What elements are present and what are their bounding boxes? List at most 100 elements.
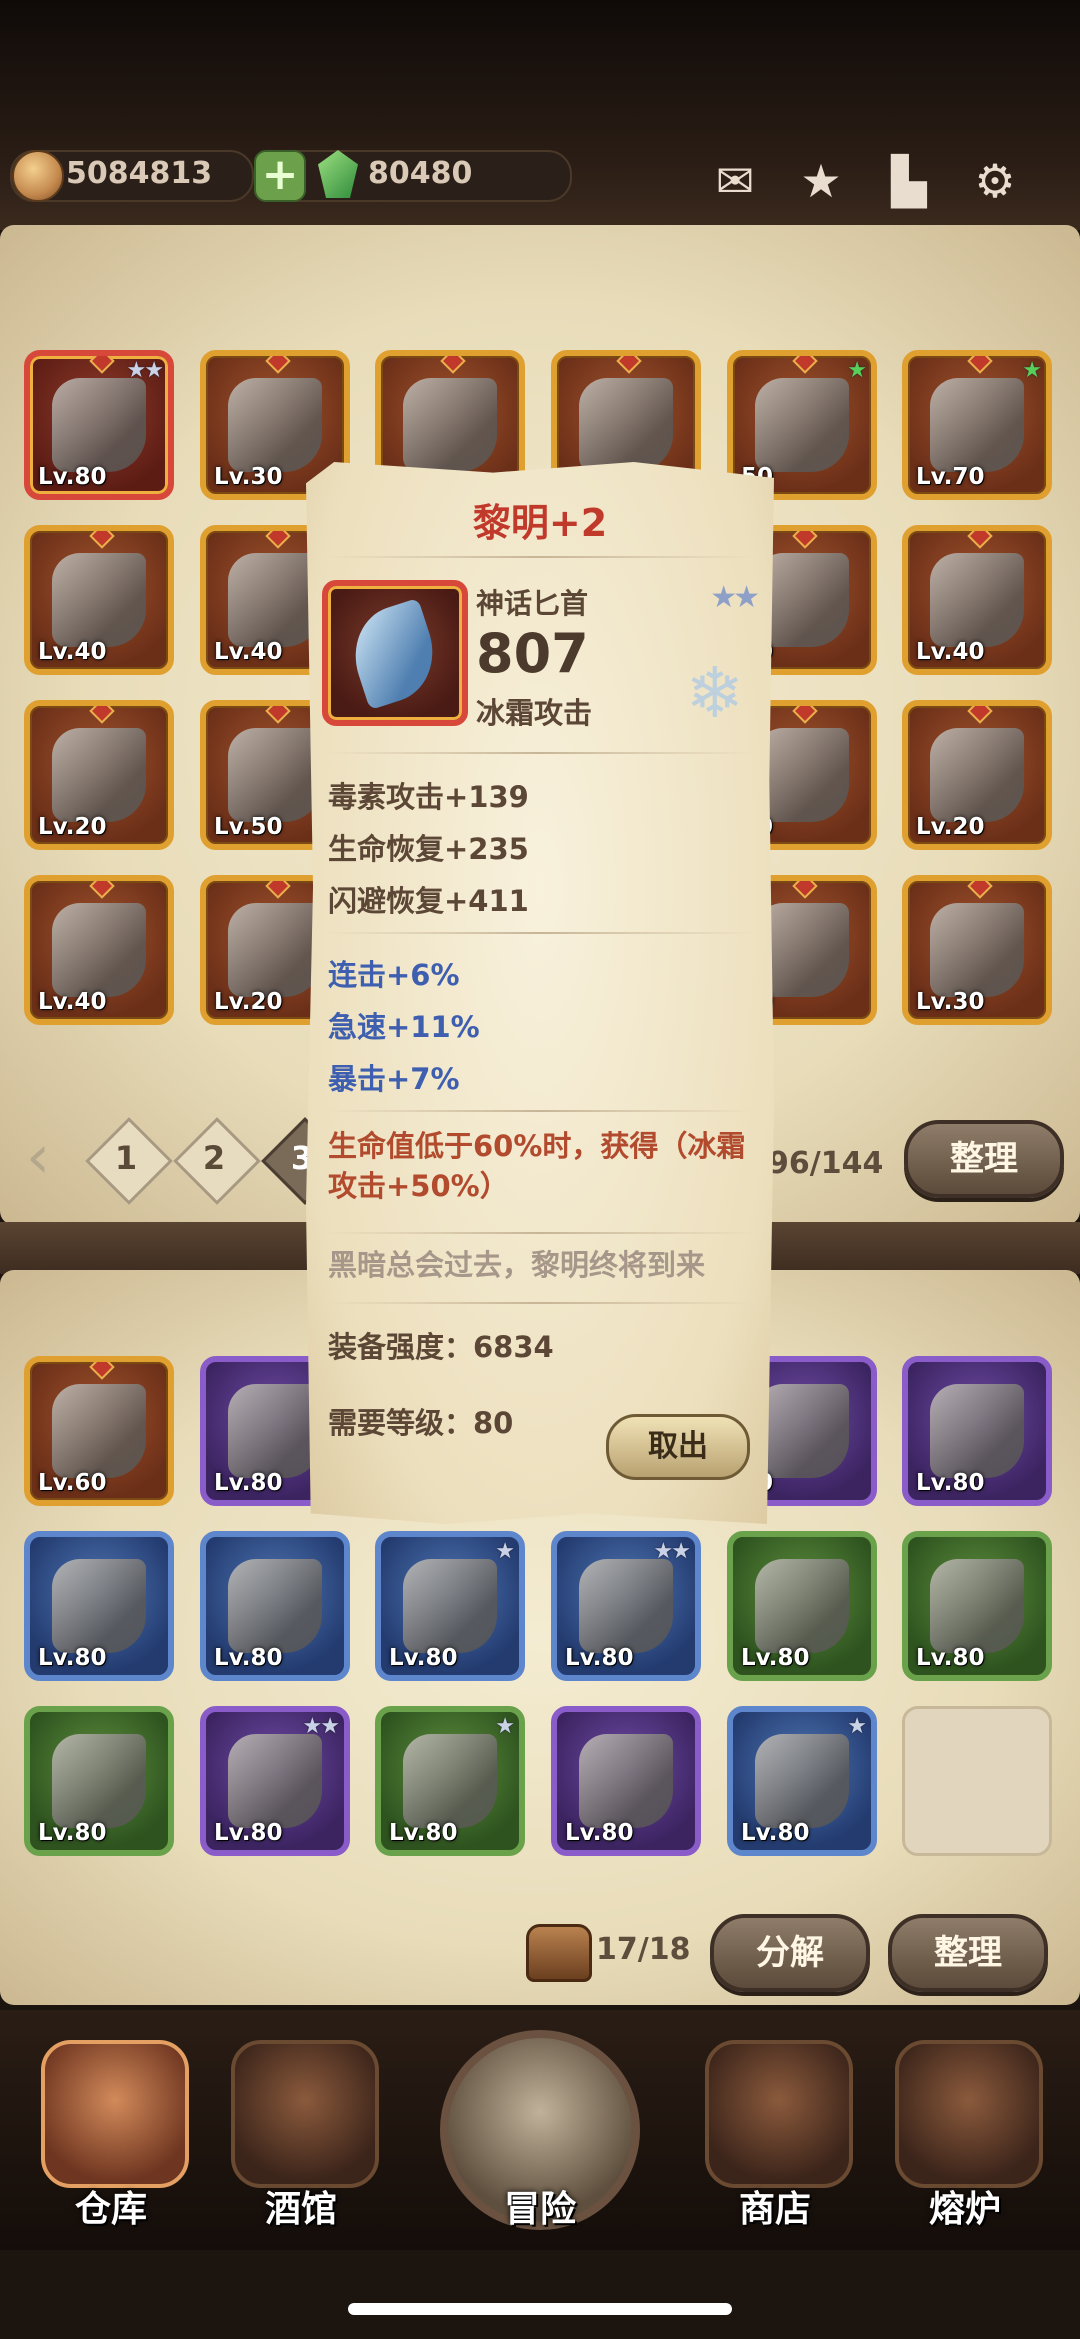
warehouse-slot[interactable]: ★ Lv.70 <box>902 350 1052 500</box>
equipment-item-icon <box>228 378 322 472</box>
forge-cauldron-icon <box>895 2040 1043 2188</box>
backpack-sort-button[interactable]: 整理 <box>888 1914 1048 1992</box>
prev-page-arrow-icon[interactable]: ‹ <box>26 1126 72 1188</box>
nav-forge[interactable]: 熔炉 <box>870 2030 1060 2230</box>
nav-warehouse[interactable]: 仓库 <box>16 2030 206 2230</box>
backpack-icon <box>526 1924 592 1982</box>
warehouse-slot[interactable]: Lv.30 <box>902 875 1052 1025</box>
backpack-slot[interactable]: Lv.80 <box>902 1531 1052 1681</box>
required-level: 需要等级：80 <box>328 1406 514 1440</box>
favorite-icon[interactable]: ★ <box>794 154 848 208</box>
warehouse-slot[interactable]: ★★ Lv.80 <box>24 350 174 500</box>
equipment-item-icon <box>52 903 146 997</box>
equipped-marker-icon <box>265 881 291 899</box>
item-level: Lv.80 <box>214 1820 283 1846</box>
equipment-item-icon <box>579 378 673 472</box>
warehouse-slot[interactable]: Lv.40 <box>24 525 174 675</box>
equipment-item-icon <box>228 1384 322 1478</box>
equipment-item-icon <box>930 378 1024 472</box>
shop-shield-icon <box>705 2040 853 2188</box>
bonus-stat-1: 连击+6% <box>328 958 460 992</box>
warehouse-sort-button[interactable]: 整理 <box>904 1120 1064 1198</box>
add-currency-button[interactable]: + <box>254 150 306 202</box>
equipped-marker-icon <box>89 1362 115 1380</box>
item-type: 神话匕首 <box>476 587 589 620</box>
equipment-item-icon <box>52 1734 146 1828</box>
backpack-slot[interactable]: Lv.80 <box>551 1706 701 1856</box>
item-level: Lv.80 <box>38 1645 107 1671</box>
nav-adventure[interactable]: 冒险 <box>412 2020 668 2240</box>
item-power: 807 <box>476 622 589 685</box>
backpack-slot[interactable]: ★★ Lv.80 <box>551 1531 701 1681</box>
home-indicator[interactable] <box>348 2303 732 2315</box>
divider <box>326 1302 754 1304</box>
backpack-slot[interactable]: Lv.80 <box>727 1531 877 1681</box>
equipment-item-icon <box>228 728 322 822</box>
base-stat-1: 毒素攻击+139 <box>328 780 529 814</box>
warehouse-slot[interactable]: Lv.40 <box>902 525 1052 675</box>
item-level: Lv.50 <box>214 814 283 840</box>
warehouse-slot[interactable]: Lv.20 <box>902 700 1052 850</box>
page-2-label: 2 <box>202 1139 226 1177</box>
item-star-icons: ★★ <box>710 580 760 615</box>
backpack-slot[interactable]: ★★ Lv.80 <box>200 1706 350 1856</box>
equipment-item-icon <box>755 1559 849 1653</box>
equipment-item-icon <box>930 728 1024 822</box>
equipment-item-icon <box>755 1734 849 1828</box>
mail-icon[interactable]: ✉ <box>708 154 762 208</box>
nav-shop[interactable]: 商店 <box>680 2030 870 2230</box>
warehouse-slot[interactable]: Lv.20 <box>24 700 174 850</box>
equipment-item-icon <box>403 1559 497 1653</box>
backpack-slot[interactable]: Lv.80 <box>902 1356 1052 1506</box>
item-level: Lv.20 <box>916 814 985 840</box>
bonus-stat-2: 急速+11% <box>328 1010 480 1044</box>
coin-icon <box>12 150 64 202</box>
equipped-marker-icon <box>440 356 466 374</box>
divider <box>326 1232 754 1234</box>
nav-tavern[interactable]: 酒馆 <box>206 2030 396 2230</box>
backpack-slot[interactable]: ★ Lv.80 <box>727 1706 877 1856</box>
item-level: Lv.30 <box>916 989 985 1015</box>
warehouse-slot[interactable]: Lv.40 <box>24 875 174 1025</box>
star-rating-icon: ★ <box>495 1714 515 1739</box>
warehouse-capacity: 96/144 <box>768 1146 884 1181</box>
item-dagger-icon <box>322 580 468 726</box>
equipped-marker-icon <box>89 531 115 549</box>
backpack-slot[interactable]: Lv.80 <box>24 1531 174 1681</box>
disassemble-button[interactable]: 分解 <box>710 1914 870 1992</box>
equipment-item-icon <box>579 1559 673 1653</box>
item-level: Lv.40 <box>38 639 107 665</box>
backpack-slot[interactable]: ★ Lv.80 <box>375 1706 525 1856</box>
equipped-marker-icon <box>967 531 993 549</box>
gear-icon[interactable]: ⚙ <box>968 154 1022 208</box>
codex-icon[interactable]: ▙ <box>882 154 936 208</box>
star-rating-icon: ★ <box>847 358 867 383</box>
page-1-label: 1 <box>114 1139 138 1177</box>
item-level: Lv.40 <box>916 639 985 665</box>
backpack-slot[interactable]: ★ Lv.80 <box>375 1531 525 1681</box>
equipped-marker-icon <box>792 531 818 549</box>
equipment-item-icon <box>228 1734 322 1828</box>
backpack-slot[interactable]: Lv.60 <box>24 1356 174 1506</box>
equipped-marker-icon <box>792 706 818 724</box>
equipment-item-icon <box>228 1559 322 1653</box>
warehouse-house-icon <box>41 2040 189 2188</box>
flavor-text: 黑暗总会过去，黎明终将到来 <box>328 1248 706 1282</box>
item-level: Lv.80 <box>389 1820 458 1846</box>
equipped-marker-icon <box>967 706 993 724</box>
equipment-item-icon <box>403 378 497 472</box>
item-level: Lv.20 <box>214 989 283 1015</box>
backpack-slot[interactable] <box>902 1706 1052 1856</box>
item-level: Lv.80 <box>38 464 107 490</box>
equipped-marker-icon <box>265 706 291 724</box>
item-level: Lv.20 <box>38 814 107 840</box>
item-level: Lv.80 <box>916 1645 985 1671</box>
backpack-slot[interactable]: Lv.80 <box>24 1706 174 1856</box>
backpack-slot[interactable]: Lv.80 <box>200 1531 350 1681</box>
take-out-button[interactable]: 取出 <box>606 1414 750 1480</box>
equipment-item-icon <box>52 1384 146 1478</box>
nav-warehouse-label: 仓库 <box>74 2189 147 2230</box>
divider <box>326 1110 754 1112</box>
equipment-strength: 装备强度：6834 <box>328 1330 554 1364</box>
coin-amount: 5084813 <box>66 156 213 191</box>
